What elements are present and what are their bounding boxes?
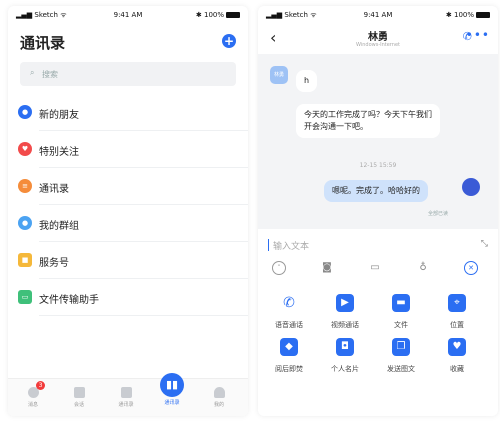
action-video-call[interactable]: ▶ 视频通话 bbox=[320, 294, 370, 330]
phone-icon: ✆ bbox=[283, 295, 295, 311]
heart-icon: ♥ bbox=[18, 142, 32, 156]
card-icon: ◘ bbox=[336, 338, 354, 356]
list-item-label: 服务号 bbox=[39, 258, 69, 269]
expand-icon[interactable]: ⤡ bbox=[481, 239, 488, 249]
composer-toolbar: ˘ ◙ ▭ ♁ ✕ bbox=[258, 261, 498, 279]
plus-icon: + bbox=[223, 34, 235, 48]
list-item-service-account[interactable]: ■ 服务号 bbox=[8, 242, 248, 279]
tab-contacts[interactable]: ▮▮ 通讯录 bbox=[157, 373, 187, 406]
text-caret bbox=[268, 239, 269, 251]
image-text-icon: ❐ bbox=[392, 338, 410, 356]
tab-label: 通讯录 bbox=[164, 400, 180, 406]
battery-icon bbox=[476, 12, 490, 18]
action-file[interactable]: ▬ 文件 bbox=[376, 294, 426, 330]
tab-messages[interactable]: 3 消息 bbox=[18, 381, 48, 408]
list-item-label: 通讯录 bbox=[39, 184, 69, 195]
contact-avatar[interactable]: 林勇 bbox=[270, 66, 288, 84]
divider bbox=[39, 315, 248, 316]
image-icon[interactable]: ▭ bbox=[368, 261, 382, 275]
battery-indicator: ✱ 100% bbox=[196, 11, 240, 19]
message-bubble: 今天的工作完成了吗？今天下午我们开会沟通一下吧。 bbox=[296, 104, 440, 138]
message-timestamp: 12-15 15:59 bbox=[359, 162, 397, 169]
contacts-header: 通讯录 + bbox=[20, 28, 236, 54]
user-icon bbox=[213, 387, 225, 398]
more-icon[interactable]: ••• bbox=[466, 28, 490, 42]
microphone-icon[interactable]: ♁ bbox=[416, 261, 430, 275]
tab-label: 我的 bbox=[213, 402, 224, 408]
location-icon: ⌖ bbox=[448, 294, 466, 312]
list-item-label: 文件传输助手 bbox=[39, 295, 99, 306]
action-favorites[interactable]: ♥ 收藏 bbox=[432, 338, 482, 374]
tab-me[interactable]: 我的 bbox=[204, 385, 234, 408]
battery-indicator: ✱ 100% bbox=[446, 11, 490, 19]
read-status: 全部已读 bbox=[428, 211, 449, 217]
action-label: 收藏 bbox=[450, 365, 464, 373]
contacts-menu: ● 新的朋友 ♥ 特别关注 ≡ 通讯录 ● 我的群组 ■ 服务号 ▭ 文件传输助… bbox=[8, 94, 248, 316]
list-item-label: 新的朋友 bbox=[39, 110, 79, 121]
chat-screen: ▂▄▆ Sketch ᯤ 9:41 AM ✱ 100% ‹ 林勇 Windows… bbox=[258, 6, 498, 416]
message-bubble: h bbox=[296, 70, 318, 92]
input-placeholder: 输入文本 bbox=[273, 242, 310, 252]
add-button[interactable]: + bbox=[222, 34, 236, 48]
action-label: 位置 bbox=[450, 321, 464, 329]
battery-icon bbox=[226, 12, 240, 18]
status-bar: ▂▄▆ Sketch ᯤ 9:41 AM ✱ 100% bbox=[258, 6, 498, 24]
folder-icon: ▬ bbox=[392, 294, 410, 312]
person-icon: ● bbox=[18, 105, 32, 119]
service-icon: ■ bbox=[18, 253, 32, 267]
camera-icon[interactable]: ◙ bbox=[320, 261, 334, 275]
tab-directory[interactable]: 通讯录 bbox=[111, 385, 141, 408]
search-input[interactable]: ⌕ 搜索 bbox=[20, 62, 236, 86]
my-avatar[interactable] bbox=[462, 178, 480, 196]
contacts-tab-icon: ▮▮ bbox=[160, 373, 184, 397]
list-item-address-book[interactable]: ≡ 通讯录 bbox=[8, 168, 248, 205]
page-title: 通讯录 bbox=[20, 34, 66, 52]
list-item-new-friends[interactable]: ● 新的朋友 bbox=[8, 94, 248, 131]
action-label: 阅后即焚 bbox=[275, 365, 303, 373]
action-voice-call[interactable]: ✆ 语音通话 bbox=[264, 294, 314, 330]
emoji-icon[interactable]: ˘ bbox=[272, 261, 286, 275]
action-business-card[interactable]: ◘ 个人名片 bbox=[320, 338, 370, 374]
video-icon: ▶ bbox=[336, 294, 354, 312]
tab-sessions[interactable]: 会话 bbox=[64, 385, 94, 408]
action-image-text[interactable]: ❐ 发送图文 bbox=[376, 338, 426, 374]
tab-bar: 3 消息 会话 通讯录 ▮▮ 通讯录 我的 bbox=[8, 373, 248, 416]
group-icon: ● bbox=[18, 216, 32, 230]
grid-icon bbox=[120, 387, 132, 398]
contacts-icon: ≡ bbox=[18, 179, 32, 193]
action-label: 文件 bbox=[394, 321, 408, 329]
tab-label: 通讯录 bbox=[118, 402, 134, 408]
contacts-screen: ▂▄▆ Sketch ᯤ 9:41 AM ✱ 100% 通讯录 + ⌕ 搜索 ●… bbox=[8, 6, 248, 416]
list-item-file-transfer[interactable]: ▭ 文件传输助手 bbox=[8, 279, 248, 316]
file-icon: ▭ bbox=[18, 290, 32, 304]
list-item-label: 特别关注 bbox=[39, 147, 79, 158]
chat-header: ‹ 林勇 Windows-Internet ✆ ••• bbox=[258, 24, 498, 54]
action-label: 发送图文 bbox=[387, 365, 415, 373]
tab-label: 会话 bbox=[73, 402, 84, 408]
status-bar: ▂▄▆ Sketch ᯤ 9:41 AM ✱ 100% bbox=[8, 6, 248, 24]
action-location[interactable]: ⌖ 位置 bbox=[432, 294, 482, 330]
search-placeholder: 搜索 bbox=[42, 70, 58, 79]
list-item-label: 我的群组 bbox=[39, 221, 79, 232]
message-bubble: 嗯呢。完成了。哈哈好的 bbox=[324, 180, 428, 202]
bookmark-icon: ♥ bbox=[448, 338, 466, 356]
list-item-my-groups[interactable]: ● 我的群组 bbox=[8, 205, 248, 242]
message-input[interactable]: 输入文本 ⤡ bbox=[268, 237, 488, 253]
tab-label: 消息 bbox=[27, 402, 38, 408]
unread-badge: 3 bbox=[36, 381, 45, 390]
burn-icon: ◆ bbox=[280, 338, 298, 356]
session-icon bbox=[73, 387, 85, 398]
action-label: 视频通话 bbox=[331, 321, 359, 329]
action-burn-after-reading[interactable]: ◆ 阅后即焚 bbox=[264, 338, 314, 374]
list-item-special-follow[interactable]: ♥ 特别关注 bbox=[8, 131, 248, 168]
action-label: 个人名片 bbox=[331, 365, 359, 373]
search-icon: ⌕ bbox=[30, 68, 35, 77]
action-label: 语音通话 bbox=[275, 321, 303, 329]
message-composer: 输入文本 ⤡ ˘ ◙ ▭ ♁ ✕ ✆ 语音通话 ▶ 视频通话 ▬ 文件 ⌖ 位置… bbox=[258, 229, 498, 416]
close-icon[interactable]: ✕ bbox=[464, 261, 478, 275]
